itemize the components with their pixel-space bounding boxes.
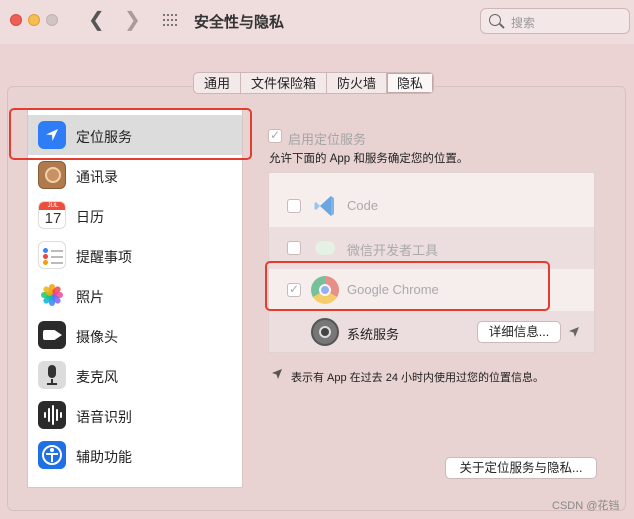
- location-arrow-icon: [569, 327, 579, 337]
- app-name-system-services: 系统服务: [347, 327, 400, 342]
- about-location-privacy-button[interactable]: 关于定位服务与隐私...: [445, 457, 597, 479]
- sidebar-item-photos[interactable]: 照片: [28, 275, 242, 315]
- sidebar-item-label: 麦克风: [76, 369, 118, 385]
- sidebar-item-label: 提醒事项: [76, 249, 132, 265]
- accessibility-icon: [38, 441, 66, 469]
- sidebar-item-calendar[interactable]: JUL 17 日历: [28, 195, 242, 235]
- system-services-icon: [311, 318, 339, 346]
- app-row-code[interactable]: Code: [269, 185, 594, 227]
- tab-bar: 通用 文件保险箱 防火墙 隐私: [193, 72, 435, 94]
- speech-recognition-icon: [38, 401, 66, 429]
- tab-firewall[interactable]: 防火墙: [327, 73, 388, 93]
- minimize-window-button[interactable]: [28, 14, 40, 26]
- title-bar: ❮ ❯ 安全性与隐私 搜索: [0, 0, 634, 44]
- tab-general[interactable]: 通用: [194, 73, 242, 93]
- photos-icon: [38, 281, 66, 309]
- search-placeholder: 搜索: [511, 16, 536, 30]
- sidebar-item-label: 语音识别: [76, 409, 132, 425]
- zoom-window-button[interactable]: [46, 14, 58, 26]
- enable-location-label: 启用定位服务: [288, 132, 367, 147]
- microphone-icon: [38, 361, 66, 389]
- tab-filevault[interactable]: 文件保险箱: [241, 73, 328, 93]
- sidebar-item-label: 照片: [76, 289, 104, 305]
- camera-icon: [38, 321, 66, 349]
- sidebar-item-speech-recognition[interactable]: 语音识别: [28, 395, 242, 435]
- app-name-wechat-devtools: 微信开发者工具: [347, 243, 439, 258]
- privacy-sidebar[interactable]: 定位服务 通讯录 JUL 17 日历 提醒事项 照片 摄像头 麦克风 语音识别 …: [27, 108, 243, 488]
- highlight-box-chrome: [265, 261, 550, 311]
- location-arrow-icon: [272, 369, 282, 379]
- back-button[interactable]: ❮: [88, 8, 105, 32]
- window-title: 安全性与隐私: [194, 14, 285, 31]
- calendar-day: 17: [44, 210, 62, 227]
- hint-text: 表示有 App 在过去 24 小时内使用过您的位置信息。: [291, 372, 545, 384]
- watermark-text: CSDN @花铛: [552, 500, 620, 512]
- search-icon: [489, 14, 501, 26]
- search-field[interactable]: 搜索: [480, 8, 630, 34]
- sidebar-item-label: 通讯录: [76, 169, 118, 185]
- app-checkbox-code[interactable]: [287, 199, 301, 213]
- highlight-box-location: [9, 108, 252, 160]
- sidebar-item-microphone[interactable]: 麦克风: [28, 355, 242, 395]
- enable-location-checkbox[interactable]: [268, 128, 282, 143]
- app-checkbox-wechat-devtools[interactable]: [287, 241, 301, 255]
- forward-button[interactable]: ❯: [124, 8, 141, 32]
- sidebar-item-camera[interactable]: 摄像头: [28, 315, 242, 355]
- sidebar-item-accessibility[interactable]: 辅助功能: [28, 435, 242, 475]
- tab-privacy[interactable]: 隐私: [387, 73, 434, 93]
- wechat-devtools-icon: [311, 234, 339, 262]
- contacts-icon: [38, 161, 66, 189]
- app-name-code: Code: [347, 198, 379, 213]
- reminders-icon: [38, 241, 66, 269]
- location-description: 允许下面的 App 和服务确定您的位置。: [269, 153, 469, 165]
- vscode-icon: [311, 192, 339, 220]
- close-window-button[interactable]: [10, 14, 22, 26]
- sidebar-item-label: 辅助功能: [76, 449, 132, 465]
- calendar-month: JUL: [39, 202, 65, 210]
- calendar-icon: JUL 17: [38, 201, 66, 229]
- details-button[interactable]: 详细信息...: [477, 321, 561, 343]
- sidebar-item-label: 日历: [76, 209, 104, 225]
- sidebar-item-contacts[interactable]: 通讯录: [28, 155, 242, 195]
- sidebar-item-reminders[interactable]: 提醒事项: [28, 235, 242, 275]
- sidebar-item-label: 摄像头: [76, 329, 118, 345]
- app-row-system-services[interactable]: 系统服务 详细信息...: [269, 311, 594, 352]
- show-all-grid-icon[interactable]: [163, 14, 179, 28]
